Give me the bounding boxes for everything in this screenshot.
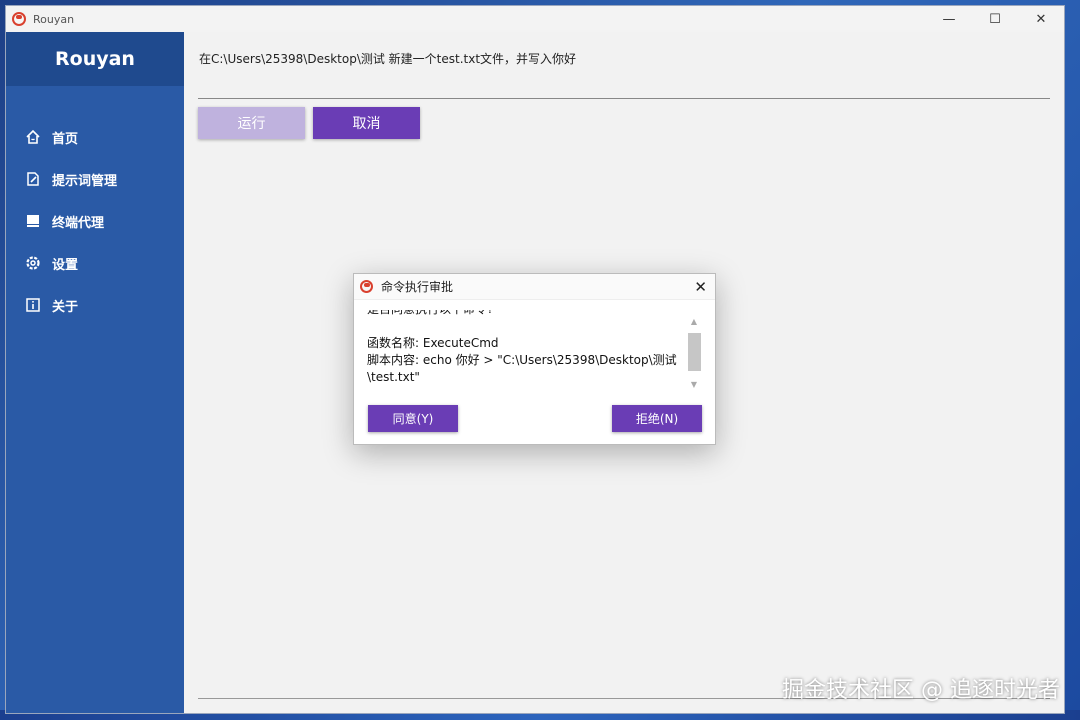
sidebar-item-label: 提示词管理: [52, 173, 118, 189]
minimize-button[interactable]: —: [926, 6, 972, 32]
scroll-up-icon[interactable]: ▲: [687, 316, 701, 327]
info-icon: [25, 297, 41, 313]
dialog-line: [367, 318, 685, 335]
maximize-button[interactable]: ☐: [972, 6, 1018, 32]
scrollbar-thumb[interactable]: [688, 333, 701, 371]
sidebar-item-settings[interactable]: 设置: [6, 242, 184, 284]
dialog-title-bar: 命令执行审批 ✕: [354, 274, 715, 300]
sidebar-item-home[interactable]: 首页: [6, 116, 184, 158]
dialog-scrollbar[interactable]: ▲ ▼: [687, 316, 701, 390]
home-icon: [25, 129, 41, 145]
app-logo-icon: [360, 280, 373, 293]
approval-dialog: 命令执行审批 ✕ 是否同意执行以下命令? 函数名称: ExecuteCmd 脚本…: [353, 273, 716, 445]
dialog-line: 函数名称: ExecuteCmd: [367, 336, 499, 350]
scroll-down-icon[interactable]: ▼: [687, 379, 701, 390]
sidebar-item-label: 终端代理: [52, 215, 105, 231]
app-logo-icon: [12, 12, 26, 26]
dialog-line: 是否同意执行以下命令?: [367, 310, 685, 318]
dialog-line: 脚本内容: echo 你好 > "C:\Users\25398\Desktop\…: [367, 353, 677, 367]
close-icon[interactable]: ✕: [694, 278, 707, 296]
cancel-button[interactable]: 取消: [313, 107, 420, 139]
divider: [198, 98, 1050, 99]
watermark: 掘金技术社区 @ 追逐时光者: [782, 678, 1060, 703]
agree-button[interactable]: 同意(Y): [368, 405, 458, 432]
sidebar-nav: 首页 提示词管理 终端代理 设置 关于: [6, 116, 184, 326]
sidebar-item-label: 首页: [52, 131, 79, 147]
window-controls: — ☐ ✕: [926, 6, 1064, 32]
sidebar-item-terminal[interactable]: 终端代理: [6, 200, 184, 242]
run-button[interactable]: 运行: [198, 107, 305, 139]
sidebar: Rouyan 首页 提示词管理 终端代理 设置 关于: [6, 32, 184, 713]
close-window-button[interactable]: ✕: [1018, 6, 1064, 32]
prompt-text[interactable]: 在C:\Users\25398\Desktop\测试 新建一个test.txt文…: [199, 50, 576, 67]
sidebar-item-label: 设置: [52, 257, 79, 273]
edit-icon: [25, 171, 41, 187]
dialog-line: \test.txt": [367, 370, 420, 384]
scrollbar-track[interactable]: [687, 327, 701, 379]
reject-button[interactable]: 拒绝(N): [612, 405, 702, 432]
dialog-title: 命令执行审批: [381, 280, 454, 294]
window-title: Rouyan: [33, 12, 75, 26]
sidebar-item-prompts[interactable]: 提示词管理: [6, 158, 184, 200]
sidebar-item-label: 关于: [52, 299, 79, 315]
title-bar: Rouyan — ☐ ✕: [6, 6, 1064, 32]
terminal-icon: [25, 213, 41, 229]
sidebar-item-about[interactable]: 关于: [6, 284, 184, 326]
sidebar-brand: Rouyan: [6, 32, 184, 86]
gear-icon: [25, 255, 41, 271]
dialog-message: 是否同意执行以下命令? 函数名称: ExecuteCmd 脚本内容: echo …: [367, 310, 685, 392]
